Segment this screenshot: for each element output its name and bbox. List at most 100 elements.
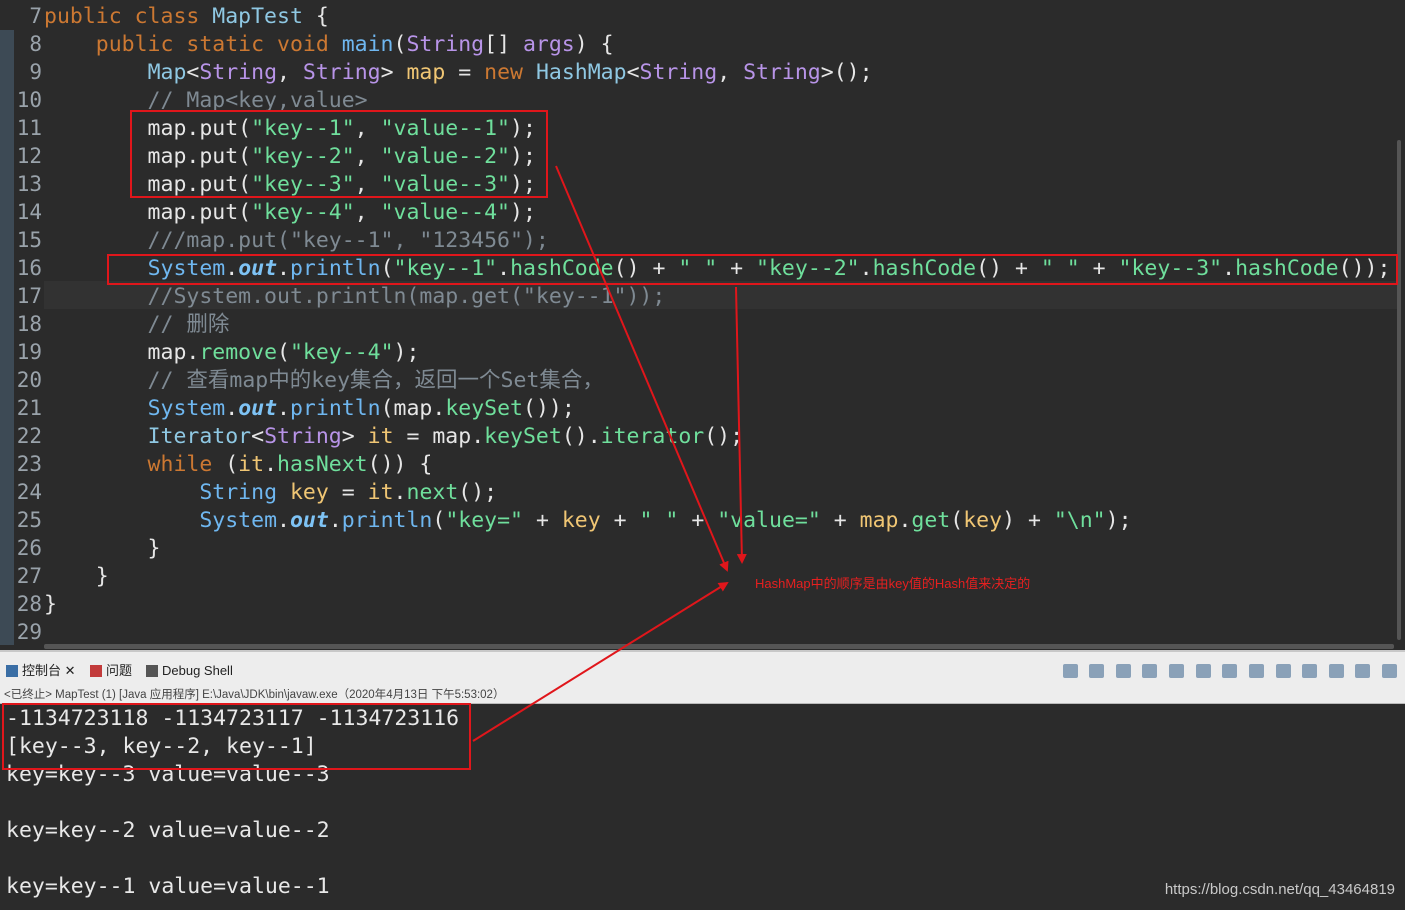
- code-token: out: [289, 508, 329, 533]
- code-token: ,: [277, 60, 303, 85]
- code-token: +: [678, 508, 718, 533]
- code-token: >: [380, 60, 407, 85]
- code-token: map: [859, 508, 899, 533]
- code-token: +: [600, 508, 640, 533]
- tab-problems-label: 问题: [106, 663, 133, 678]
- code-token: System: [147, 396, 226, 421]
- code-token: >();: [820, 60, 873, 85]
- code-token: String: [639, 60, 718, 85]
- code-token: >: [341, 424, 368, 449]
- remove-launch-icon[interactable]: [1089, 663, 1105, 678]
- code-token: .: [277, 508, 290, 533]
- code-token: map.put(: [44, 200, 252, 225]
- line-number: 20: [16, 368, 42, 392]
- code-token: iterator: [600, 424, 705, 449]
- code-token: String: [199, 480, 278, 505]
- code-token: it: [367, 480, 394, 505]
- code-line: 26 }: [0, 534, 161, 562]
- maximize-icon[interactable]: [1382, 663, 1397, 678]
- code-token: key: [963, 508, 1003, 533]
- code-line: 19 map.remove("key--4");: [0, 338, 420, 366]
- code-token: map.: [44, 340, 200, 365]
- show-on-output-icon[interactable]: [1222, 663, 1238, 678]
- code-token: String: [264, 424, 342, 449]
- code-line: 22 Iterator<String> it = map.keySet().it…: [0, 422, 743, 450]
- code-token: }: [44, 536, 161, 561]
- show-on-error-icon[interactable]: [1248, 663, 1264, 678]
- annotation-note: HashMap中的顺序是由key值的Hash值来决定的: [755, 576, 1031, 591]
- code-line: 21 System.out.println(map.keySet());: [0, 394, 575, 422]
- tab-console[interactable]: 控制台 ✕: [6, 661, 76, 681]
- code-token: keySet: [484, 424, 562, 449]
- code-token: System: [199, 508, 278, 533]
- code-line: 7public class MapTest {: [0, 2, 328, 30]
- tab-problems[interactable]: 问题: [90, 661, 132, 681]
- code-token: new: [484, 60, 536, 85]
- line-number: 16: [16, 256, 42, 280]
- code-token: );: [393, 340, 420, 365]
- code-line: 15 ///map.put("key--1", "123456");: [0, 226, 549, 254]
- editor-horizontal-scrollbar[interactable]: [44, 644, 1394, 649]
- open-console-icon[interactable]: [1328, 663, 1344, 678]
- console-toolbar: [1055, 662, 1397, 680]
- annotation-box-hashcode-line: [107, 254, 1398, 285]
- line-number: 14: [16, 200, 42, 224]
- code-token: String: [302, 60, 381, 85]
- code-token: " ": [639, 508, 679, 533]
- debug-shell-icon: [146, 665, 158, 677]
- terminate-icon[interactable]: [1062, 663, 1078, 678]
- editor-vertical-scrollbar[interactable]: [1397, 140, 1401, 640]
- code-token: "\n": [1053, 508, 1106, 533]
- line-number: 29: [16, 620, 42, 644]
- pin-console-icon[interactable]: [1275, 663, 1291, 678]
- code-token: String: [406, 32, 485, 57]
- code-token: .: [225, 396, 239, 421]
- tab-console-label: 控制台 ✕: [22, 663, 76, 678]
- code-token: it: [367, 424, 394, 449]
- annotation-box-put-lines: [130, 110, 548, 198]
- code-line: 20 // 查看map中的key集合，返回一个Set集合，: [0, 366, 604, 394]
- word-wrap-icon[interactable]: [1195, 663, 1211, 678]
- code-token: ();: [704, 424, 744, 449]
- code-token: //System.out.println(map.get("key--1"));: [44, 284, 666, 309]
- code-token: keySet: [445, 396, 523, 421]
- line-number: 18: [16, 312, 42, 336]
- code-token: MapTest: [212, 4, 303, 29]
- code-token: ) {: [574, 32, 614, 57]
- line-number: 15: [16, 228, 42, 252]
- code-editor[interactable]: 7public class MapTest {8 public static v…: [0, 0, 1405, 650]
- code-token: <: [251, 424, 265, 449]
- code-token: ();: [458, 480, 498, 505]
- code-token: ///map.put("key--1", "123456");: [44, 228, 549, 253]
- line-number: 21: [16, 396, 42, 420]
- code-line: 27 }: [0, 562, 109, 590]
- code-line: 28}: [0, 590, 57, 618]
- line-number: 23: [16, 452, 42, 476]
- code-token: args: [522, 32, 575, 57]
- code-line: 9 Map<String, String> map = new HashMap<…: [0, 58, 873, 86]
- clear-console-icon[interactable]: [1142, 663, 1158, 678]
- code-token: ) +: [1002, 508, 1054, 533]
- code-token: = map.: [393, 424, 485, 449]
- code-token: "key--4": [251, 200, 355, 225]
- line-number: 8: [29, 32, 42, 56]
- code-token: <: [186, 60, 200, 85]
- code-token: println: [289, 396, 381, 421]
- scroll-lock-icon[interactable]: [1169, 663, 1184, 678]
- code-token: <: [626, 60, 640, 85]
- line-number: 22: [16, 424, 42, 448]
- code-token: .: [264, 452, 278, 477]
- minimize-icon[interactable]: [1355, 663, 1371, 678]
- code-token: "value--4": [380, 200, 511, 225]
- tab-debug-shell[interactable]: Debug Shell: [146, 661, 233, 681]
- code-token: "key=": [445, 508, 523, 533]
- remove-all-icon[interactable]: [1115, 663, 1131, 678]
- line-number: 9: [29, 60, 42, 84]
- code-line: 8 public static void main(String[] args)…: [0, 30, 614, 58]
- code-token: (: [393, 32, 407, 57]
- display-console-icon[interactable]: [1302, 663, 1318, 678]
- code-token: String: [743, 60, 821, 85]
